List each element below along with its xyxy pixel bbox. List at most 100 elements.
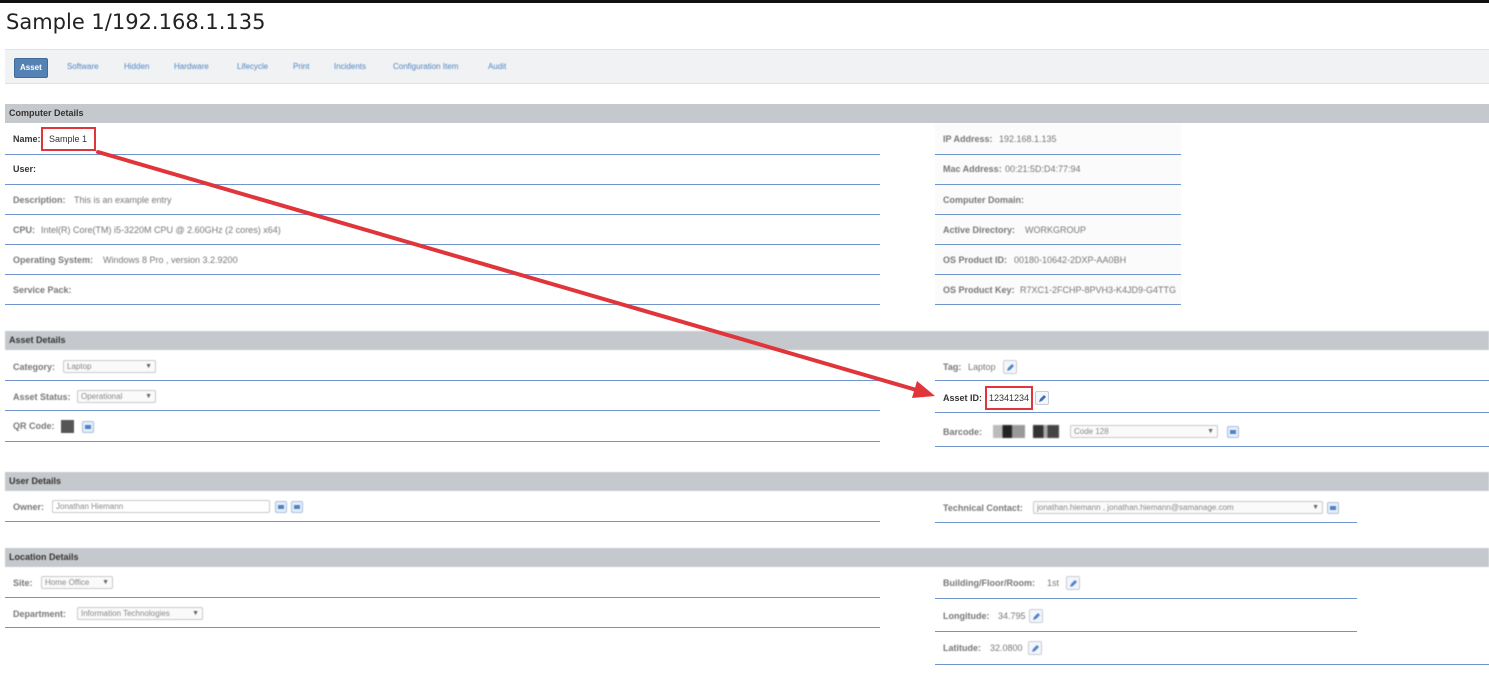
row-rule <box>935 184 1181 185</box>
pencil-icon[interactable] <box>1028 641 1042 655</box>
row-rule <box>935 446 1489 447</box>
row-rule <box>5 304 880 305</box>
ad-value: WORKGROUP <box>1025 225 1087 235</box>
row-rule <box>5 184 880 185</box>
tab-print[interactable]: Print <box>288 58 314 76</box>
tab-audit[interactable]: Audit <box>483 58 511 76</box>
upload-icon[interactable] <box>1327 502 1339 514</box>
category-select-value: Laptop <box>67 362 92 371</box>
os-pid-label: OS Product ID: <box>943 255 1008 265</box>
mac-value: 00:21:5D:D4:77:94 <box>1005 164 1081 174</box>
name-label: Name: <box>13 134 41 144</box>
building-value: 1st <box>1047 578 1060 588</box>
asset-status-label: Asset Status: <box>13 392 71 402</box>
row-rule <box>935 244 1181 245</box>
pencil-icon[interactable] <box>1003 360 1017 374</box>
row-rule <box>5 380 880 381</box>
row-rule <box>5 441 880 442</box>
row-rule <box>5 627 880 628</box>
chevron-down-icon: ▼ <box>192 610 199 617</box>
arrow-annotation-head <box>912 381 935 398</box>
page-title: Sample 1/192.168.1.135 <box>6 10 266 34</box>
tab-asset[interactable]: Asset <box>14 58 48 78</box>
upload-icon[interactable] <box>1227 426 1239 438</box>
section-header-location-details: Location Details <box>5 548 1489 567</box>
row-rule <box>5 154 880 155</box>
site-select-value: Home Office <box>45 578 90 587</box>
barcode-type-select[interactable]: Code 128 ▼ <box>1070 425 1218 438</box>
section-header-computer-details: Computer Details <box>5 104 1489 123</box>
pencil-icon[interactable] <box>1066 576 1080 590</box>
tab-bar: Asset Software Hidden Hardware Lifecycle… <box>5 49 1489 84</box>
search-owner-icon[interactable] <box>275 501 287 513</box>
longitude-value: 34.795 <box>998 611 1026 621</box>
ip-value: 192.168.1.135 <box>999 134 1057 144</box>
row-rule <box>935 522 1357 523</box>
asset-status-select-value: Operational <box>81 392 123 401</box>
right-panel-bg <box>935 124 1181 306</box>
chevron-down-icon: ▼ <box>145 363 152 370</box>
owner-details-icon[interactable] <box>291 501 303 513</box>
pencil-icon[interactable] <box>1035 391 1049 405</box>
mac-label: Mac Address: <box>943 164 1002 174</box>
os-pid-value: 00180-10642-2DXP-AA0BH <box>1014 255 1127 265</box>
row-rule <box>935 304 1181 305</box>
owner-input[interactable]: Jonathan Hiemann <box>52 500 270 513</box>
chevron-down-icon: ▼ <box>1207 428 1214 435</box>
name-value[interactable]: Sample 1 <box>49 134 87 144</box>
tag-value: Laptop <box>968 362 996 372</box>
row-rule <box>5 274 880 275</box>
description-label: Description: <box>13 195 66 205</box>
section-header-user-details: User Details <box>5 472 1489 491</box>
asset-status-select[interactable]: Operational ▼ <box>77 390 156 403</box>
row-rule <box>935 598 1357 599</box>
user-label: User: <box>13 164 37 174</box>
os-pkey-value: R7XC1-2FCHP-8PVH3-K4JD9-G4TTG <box>1020 285 1177 295</box>
barcode-type-value: Code 128 <box>1074 427 1109 436</box>
qr-code-label: QR Code: <box>13 421 55 431</box>
ip-label: IP Address: <box>943 134 993 144</box>
tab-incidents[interactable]: Incidents <box>329 58 371 76</box>
tab-hidden[interactable]: Hidden <box>119 58 154 76</box>
technical-contact-select[interactable]: jonathan.hiemann , jonathan.hiemann@sama… <box>1033 501 1323 514</box>
barcode-image <box>993 425 1025 438</box>
domain-label: Computer Domain: <box>943 195 1024 205</box>
row-rule <box>5 521 880 522</box>
tab-hardware[interactable]: Hardware <box>169 58 214 76</box>
row-rule <box>935 664 1489 665</box>
longitude-label: Longitude: <box>943 611 990 621</box>
barcode-image <box>1033 425 1059 438</box>
building-label: Building/Floor/Room: <box>943 578 1035 588</box>
row-rule <box>935 631 1357 632</box>
department-label: Department: <box>13 609 67 619</box>
row-rule <box>5 410 880 411</box>
technical-contact-label: Technical Contact: <box>943 503 1023 513</box>
asset-id-value[interactable]: 12341234 <box>989 393 1029 403</box>
latitude-label: Latitude: <box>943 643 981 653</box>
asset-id-label: Asset ID: <box>943 393 983 403</box>
owner-input-value: Jonathan Hiemann <box>56 502 124 511</box>
chevron-down-icon: ▼ <box>145 393 152 400</box>
department-select[interactable]: Information Technologies ▼ <box>77 607 203 620</box>
category-select[interactable]: Laptop ▼ <box>63 360 156 373</box>
service-pack-label: Service Pack: <box>13 285 72 295</box>
qr-code-image[interactable] <box>61 420 74 433</box>
upload-icon[interactable] <box>82 421 94 433</box>
category-label: Category: <box>13 362 56 372</box>
technical-contact-value: jonathan.hiemann , jonathan.hiemann@sama… <box>1037 503 1234 512</box>
tab-configuration-item[interactable]: Configuration Item <box>388 58 463 76</box>
site-label: Site: <box>13 578 33 588</box>
pencil-icon[interactable] <box>1029 609 1043 623</box>
ad-label: Active Directory: <box>943 225 1016 235</box>
owner-label: Owner: <box>13 502 45 512</box>
row-rule <box>935 412 1489 413</box>
description-value: This is an example entry <box>74 195 172 205</box>
chevron-down-icon: ▼ <box>1312 504 1319 511</box>
tab-software[interactable]: Software <box>62 58 104 76</box>
os-pkey-label: OS Product Key: <box>943 285 1015 295</box>
department-select-value: Information Technologies <box>81 609 170 618</box>
tab-lifecycle[interactable]: Lifecycle <box>232 58 273 76</box>
site-select[interactable]: Home Office ▼ <box>41 576 113 589</box>
cpu-value: Intel(R) Core(TM) i5-3220M CPU @ 2.60GHz… <box>41 225 281 235</box>
cpu-label: CPU: <box>13 225 35 235</box>
